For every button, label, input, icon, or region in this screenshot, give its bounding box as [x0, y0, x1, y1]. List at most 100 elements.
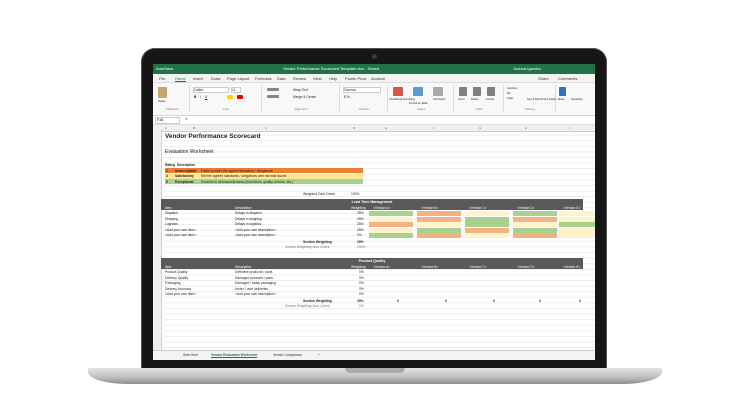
ideas-icon[interactable] — [559, 87, 566, 96]
insert-cells-icon[interactable] — [459, 87, 467, 96]
font-name-select[interactable]: Calibri — [193, 87, 229, 93]
item-cell[interactable]: <Add your own item> — [165, 228, 196, 232]
worksheet-grid[interactable]: Vendor Performance Scorecard Evaluation … — [153, 129, 595, 351]
score-cell[interactable] — [465, 211, 509, 216]
underline-icon[interactable]: U — [205, 95, 207, 99]
item-cell[interactable]: <Add your own item> — [165, 233, 196, 237]
score-cell[interactable] — [417, 211, 461, 216]
description-cell[interactable]: Delays in dispatch — [235, 211, 262, 215]
description-cell[interactable]: Delays in logistics — [235, 222, 261, 226]
score-cell[interactable] — [513, 216, 557, 222]
score-cell[interactable] — [369, 222, 413, 228]
score-cell[interactable] — [417, 222, 461, 228]
score-cell[interactable] — [559, 227, 595, 233]
description-cell[interactable]: Damaged products / parts — [235, 276, 273, 280]
weight-cell[interactable]: 0% — [359, 281, 364, 285]
tab-vendor-comparison[interactable]: Vendor Comparison — [273, 353, 302, 357]
align-left-icon[interactable] — [267, 95, 279, 98]
score-cell[interactable] — [465, 227, 509, 233]
item-cell[interactable]: Logistics — [165, 222, 178, 226]
weight-cell[interactable]: 25% — [357, 228, 364, 232]
description-cell[interactable]: <Add your own description> — [235, 228, 276, 232]
italic-icon[interactable]: I — [200, 95, 201, 99]
score-cell[interactable] — [513, 233, 557, 239]
comments-button[interactable]: Comments — [558, 76, 577, 81]
description-cell[interactable]: Under / over deliveries — [235, 287, 268, 291]
weight-cell[interactable]: 0% — [359, 287, 364, 291]
score-cell[interactable] — [559, 211, 595, 216]
format-cells-icon[interactable] — [487, 87, 495, 96]
score-cell[interactable] — [417, 216, 461, 222]
score-cell[interactable] — [513, 211, 557, 216]
item-cell[interactable]: Shipping — [165, 217, 178, 221]
menu-file[interactable]: File — [159, 76, 165, 81]
description-cell[interactable]: <Add your own description> — [235, 292, 276, 296]
description-cell[interactable]: Defective products / parts — [235, 270, 272, 274]
item-cell[interactable]: Dispatch — [165, 211, 178, 215]
wrap-text-button[interactable]: Wrap Text — [293, 88, 308, 92]
item-cell[interactable]: Packaging — [165, 281, 180, 285]
autosave-toggle[interactable]: AutoSave — [156, 66, 173, 71]
paste-icon[interactable] — [158, 87, 167, 98]
font-color-icon[interactable] — [237, 95, 243, 99]
conditional-formatting-icon[interactable] — [393, 87, 403, 96]
bold-icon[interactable]: B — [194, 95, 196, 99]
find-select-button[interactable]: Find & Select — [541, 98, 556, 101]
clear-button[interactable]: Clear — [507, 97, 513, 100]
description-cell[interactable]: Damaged / faulty packaging — [235, 281, 276, 285]
score-cell[interactable] — [559, 216, 595, 222]
weight-cell[interactable]: 25% — [357, 222, 364, 226]
currency-icon[interactable]: $ % , — [344, 95, 352, 99]
sheet-cells[interactable] — [161, 129, 595, 351]
menu-help[interactable]: Help — [329, 76, 337, 81]
fill-color-icon[interactable] — [227, 95, 233, 99]
score-cell[interactable] — [369, 211, 413, 216]
score-cell[interactable] — [369, 216, 413, 222]
menu-page-layout[interactable]: Page Layout — [227, 76, 249, 81]
item-cell[interactable]: Delivery Accuracy — [165, 287, 191, 291]
autosum-button[interactable]: AutoSum — [507, 87, 518, 90]
tab-start-here[interactable]: Start Here — [183, 353, 198, 357]
score-cell[interactable] — [417, 227, 461, 233]
description-cell[interactable]: <Add your own description> — [235, 233, 276, 237]
weight-cell[interactable]: 0% — [357, 233, 362, 237]
score-cell[interactable] — [417, 233, 461, 239]
score-cell[interactable] — [369, 227, 413, 233]
weight-cell[interactable]: 0% — [359, 292, 364, 296]
fill-button[interactable]: Fill — [507, 92, 510, 95]
score-cell[interactable] — [369, 233, 413, 239]
share-button[interactable]: Share — [538, 76, 549, 81]
menu-data[interactable]: Data — [277, 76, 285, 81]
weight-cell[interactable]: 0% — [359, 276, 364, 280]
delete-cells-icon[interactable] — [473, 87, 481, 96]
menu-view[interactable]: View — [313, 76, 322, 81]
menu-home[interactable]: Home — [175, 76, 186, 82]
align-top-icon[interactable] — [267, 88, 279, 91]
merge-center-button[interactable]: Merge & Center — [293, 95, 316, 99]
score-cell[interactable] — [465, 222, 509, 228]
score-cell[interactable] — [465, 216, 509, 222]
weight-cell[interactable]: 25% — [357, 217, 364, 221]
weight-cell[interactable]: 25% — [357, 211, 364, 215]
menu-draw[interactable]: Draw — [211, 76, 220, 81]
cell-styles-icon[interactable] — [433, 87, 443, 96]
user-name[interactable]: Joanna Igwuiko — [513, 66, 541, 71]
menu-power-pivot[interactable]: Power Pivot — [345, 76, 366, 81]
font-size-select[interactable]: 11 — [231, 87, 241, 93]
score-cell[interactable] — [513, 227, 557, 233]
weight-cell[interactable]: 0% — [359, 270, 364, 274]
item-cell[interactable]: Delivery Quality — [165, 276, 188, 280]
score-cell[interactable] — [513, 222, 557, 228]
item-cell[interactable]: <Add your own item> — [165, 292, 196, 296]
menu-formulas[interactable]: Formulas — [255, 76, 272, 81]
number-format-select[interactable]: General — [343, 87, 381, 93]
name-box[interactable]: F16 — [155, 117, 180, 124]
score-cell[interactable] — [559, 222, 595, 228]
description-cell[interactable]: Delays in shipping — [235, 217, 262, 221]
add-sheet-button[interactable]: + — [318, 353, 320, 357]
menu-review[interactable]: Review — [293, 76, 306, 81]
sensitivity-label[interactable]: Sensitivity — [571, 98, 583, 101]
score-cell[interactable] — [559, 233, 595, 239]
score-cell[interactable] — [465, 233, 509, 239]
item-cell[interactable]: Product Quality — [165, 270, 188, 274]
